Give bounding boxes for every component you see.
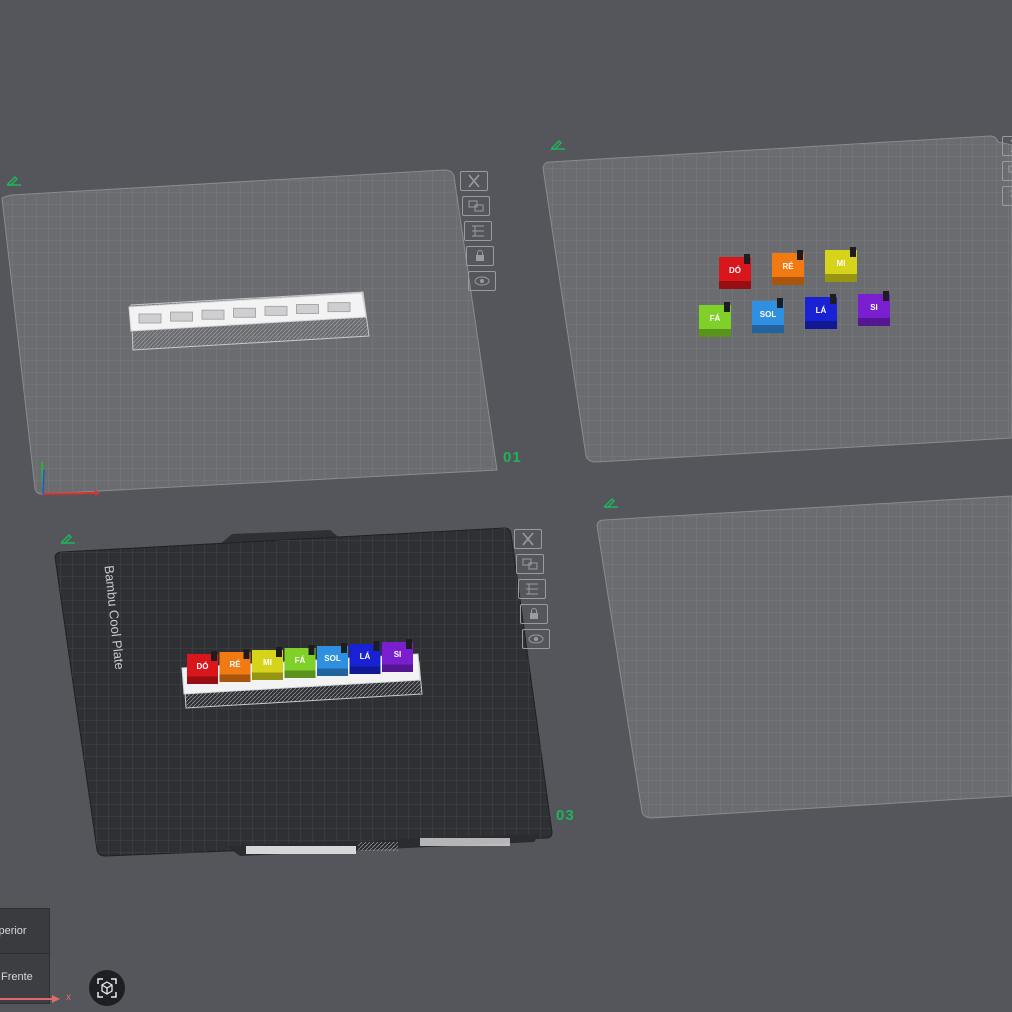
pencil-icon[interactable] [60,532,76,544]
eye-icon[interactable] [522,629,550,649]
holder-slot [296,304,319,314]
lock-icon[interactable] [466,246,494,266]
plate-3-toolbar [514,529,550,654]
note-block-label: LÁ [816,306,827,315]
note-block[interactable]: RÉ [772,250,804,285]
plate-3[interactable]: DÓ RÉ MI FÁ SOL LÁ SI [50,520,560,860]
holder-slot [170,311,193,322]
plate-1-toolbar [460,171,496,296]
note-block-label: SI [870,303,878,312]
view-fit-button[interactable] [89,970,125,1006]
note-block-label: MI [263,658,272,667]
plate-2-toolbar [1002,136,1012,211]
plate-2[interactable]: DÓ RÉ MI FÁ SOL LÁ SI [540,130,1012,470]
note-block[interactable]: FÁ [699,302,731,337]
lock-icon[interactable] [520,604,548,624]
plate-1[interactable] [0,160,500,500]
note-block-label: LÁ [360,652,371,661]
orient-icon[interactable] [464,221,492,241]
note-block[interactable]: MI [825,247,857,282]
pencil-icon[interactable] [603,496,619,508]
axis-x-arrow [0,995,60,1003]
close-icon[interactable] [514,529,542,549]
note-block[interactable]: SI [382,639,413,672]
note-block[interactable]: DÓ [719,254,751,289]
note-block-label: RÉ [782,262,794,271]
note-block-label: FÁ [710,314,721,323]
note-block-label: SI [394,650,402,659]
note-block-label: SOL [760,310,777,319]
orient-icon[interactable] [518,579,546,599]
note-block-label: SOL [324,654,341,663]
note-block-label: DÓ [197,662,209,671]
plate-number-1: 01 [503,449,522,466]
note-block[interactable]: FÁ [284,645,316,678]
pencil-icon[interactable] [6,174,22,186]
note-block-label: DÓ [729,266,741,275]
view-cube[interactable]: Superior Frente [0,908,50,1004]
note-block[interactable]: SI [858,291,890,326]
arrange-icon[interactable] [462,196,490,216]
view-fit-icon [97,978,117,998]
note-block[interactable]: RÉ [219,649,251,682]
note-block-label: FÁ [295,656,306,665]
view-cube-front-label: Frente [1,971,33,983]
orient-icon[interactable] [1002,186,1012,206]
holder-slot [201,309,225,320]
pencil-icon[interactable] [550,138,566,150]
plate-number-3: 03 [556,807,575,824]
axis-x-label: x [66,992,71,1003]
plate-4[interactable] [590,490,1012,830]
scene-canvas[interactable]: DÓ RÉ MI FÁ SOL LÁ SI DÓ RÉ MI FÁ SOL LÁ SI [0,0,1012,1012]
view-cube-top-label: Superior [0,925,27,937]
note-block[interactable]: LÁ [349,641,381,674]
note-block[interactable]: SOL [317,643,348,676]
arrange-icon[interactable] [1002,161,1012,181]
close-icon[interactable] [460,171,488,191]
close-icon[interactable] [1002,136,1012,156]
holder-slot [233,307,256,318]
note-block[interactable]: DÓ [187,651,218,684]
note-block[interactable]: MI [252,647,283,680]
note-block[interactable]: SOL [752,298,784,333]
holder-slot [327,302,351,313]
arrange-icon[interactable] [516,554,544,574]
note-block[interactable]: LÁ [805,294,837,329]
eye-icon[interactable] [468,271,496,291]
holder-slot [138,313,162,324]
holder-slot [264,305,288,316]
note-block-label: RÉ [229,660,241,669]
note-block-label: MI [837,259,846,268]
